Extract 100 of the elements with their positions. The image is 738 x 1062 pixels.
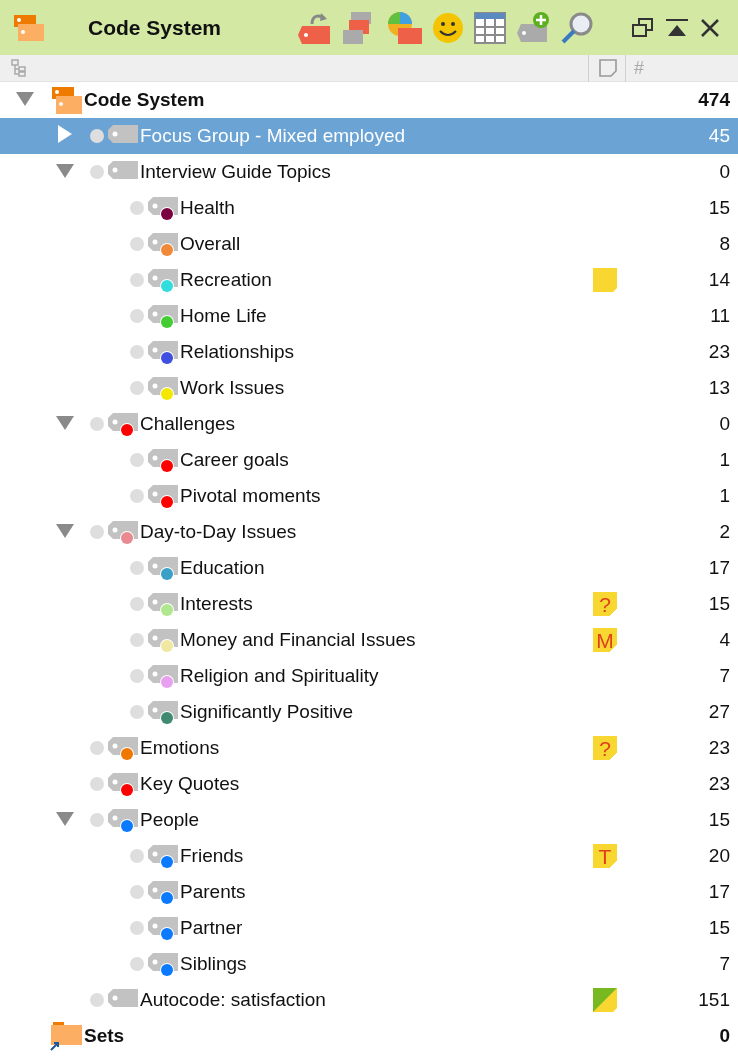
code-activation-dot[interactable] [90, 813, 104, 827]
code-activation-dot[interactable] [90, 993, 104, 1007]
code-count: 0 [718, 413, 730, 435]
code-activation-dot[interactable] [130, 201, 144, 215]
code-activation-dot[interactable] [130, 309, 144, 323]
code-activation-dot[interactable] [130, 849, 144, 863]
code-activation-dot[interactable] [130, 453, 144, 467]
code-activation-dot[interactable] [130, 345, 144, 359]
collapsed-triangle-icon[interactable] [58, 124, 72, 143]
code-activation-dot[interactable] [90, 777, 104, 791]
code-row[interactable]: Relationships 23 [0, 334, 738, 370]
code-row[interactable]: Work Issues 13 [0, 370, 738, 406]
code-count: 1 [718, 449, 730, 471]
code-activation-dot[interactable] [130, 597, 144, 611]
code-row[interactable]: Siblings 7 [0, 946, 738, 982]
code-row[interactable]: Parents 17 [0, 874, 738, 910]
code-activation-dot[interactable] [130, 237, 144, 251]
code-label: Challenges [140, 413, 236, 435]
code-activation-dot[interactable] [130, 885, 144, 899]
code-label: Day-to-Day Issues [140, 521, 297, 543]
code-count: 7 [718, 953, 730, 975]
close-icon[interactable] [700, 17, 720, 38]
search-icon[interactable] [560, 10, 594, 45]
code-row[interactable]: Health 15 [0, 190, 738, 226]
sets-row[interactable]: Sets 0 [0, 1018, 738, 1054]
tree-view-icon[interactable] [10, 59, 26, 77]
smiley-icon[interactable] [431, 10, 465, 45]
code-label: Key Quotes [140, 773, 240, 795]
memo-note-icon[interactable] [593, 988, 617, 1012]
code-count: 17 [707, 557, 730, 579]
code-activation-dot[interactable] [130, 957, 144, 971]
code-activation-dot[interactable] [130, 273, 144, 287]
code-activation-dot[interactable] [90, 525, 104, 539]
code-count: 15 [707, 197, 730, 219]
code-row[interactable]: Emotions ? 23 [0, 730, 738, 766]
code-row[interactable]: Home Life 11 [0, 298, 738, 334]
code-label: Autocode: satisfaction [140, 989, 326, 1011]
count-column-header: # [634, 57, 645, 79]
code-count: 4 [718, 629, 730, 651]
code-label: Home Life [180, 305, 267, 327]
code-count: 2 [718, 521, 730, 543]
collapse-panel-icon[interactable] [666, 17, 688, 38]
code-activation-dot[interactable] [90, 129, 104, 143]
code-row[interactable]: Pivotal moments 1 [0, 478, 738, 514]
code-row[interactable]: Key Quotes 23 [0, 766, 738, 802]
code-row[interactable]: Interview Guide Topics 0 [0, 154, 738, 190]
code-row[interactable]: Friends T 20 [0, 838, 738, 874]
window-title: Code System [88, 15, 223, 40]
code-label: Religion and Spirituality [180, 665, 379, 687]
code-label: Focus Group - Mixed employed [140, 125, 406, 147]
code-label: Health [180, 197, 235, 219]
color-wheel-tag-icon[interactable] [386, 9, 422, 46]
code-row[interactable]: Challenges 0 [0, 406, 738, 442]
expanded-triangle-icon[interactable] [56, 416, 74, 430]
expanded-triangle-icon[interactable] [16, 92, 34, 106]
code-label: Money and Financial Issues [180, 629, 416, 651]
restore-window-icon[interactable] [632, 17, 654, 38]
code-activation-dot[interactable] [90, 165, 104, 179]
code-count: 474 [697, 89, 730, 111]
code-activation-dot[interactable] [130, 705, 144, 719]
code-row[interactable]: Day-to-Day Issues 2 [0, 514, 738, 550]
expanded-triangle-icon[interactable] [56, 524, 74, 538]
code-activation-dot[interactable] [130, 489, 144, 503]
expanded-triangle-icon[interactable] [56, 812, 74, 826]
code-row[interactable]: Money and Financial Issues M 4 [0, 622, 738, 658]
memo-note-icon[interactable] [593, 268, 617, 292]
code-label: Relationships [180, 341, 295, 363]
code-row[interactable]: People 15 [0, 802, 738, 838]
sets-label: Sets [84, 1025, 125, 1047]
memo-column-icon [599, 59, 617, 77]
code-label: Career goals [180, 449, 289, 471]
code-count: 8 [718, 233, 730, 255]
code-label: Interests [180, 593, 253, 615]
code-activation-dot[interactable] [130, 561, 144, 575]
code-row[interactable]: Recreation 14 [0, 262, 738, 298]
code-row[interactable]: Overall 8 [0, 226, 738, 262]
code-row[interactable]: Education 17 [0, 550, 738, 586]
code-activation-dot[interactable] [130, 381, 144, 395]
expanded-triangle-icon[interactable] [56, 164, 74, 178]
code-label: Pivotal moments [180, 485, 321, 507]
code-activation-dot[interactable] [90, 741, 104, 755]
code-system-label: Code System [84, 89, 205, 111]
code-label: People [140, 809, 200, 831]
code-activation-dot[interactable] [130, 921, 144, 935]
code-row[interactable]: Partner 15 [0, 910, 738, 946]
code-row[interactable]: Autocode: satisfaction 151 [0, 982, 738, 1018]
code-system-row[interactable]: Code System 474 [0, 82, 738, 118]
code-row[interactable]: Significantly Positive 27 [0, 694, 738, 730]
table-icon[interactable] [474, 11, 506, 44]
code-row[interactable]: Religion and Spirituality 7 [0, 658, 738, 694]
code-label: Friends [180, 845, 244, 867]
code-row[interactable]: Interests ? 15 [0, 586, 738, 622]
code-activation-dot[interactable] [130, 669, 144, 683]
code-activation-dot[interactable] [90, 417, 104, 431]
code-count: 7 [718, 665, 730, 687]
code-activation-dot[interactable] [130, 633, 144, 647]
code-row[interactable]: Career goals 1 [0, 442, 738, 478]
code-label: Overall [180, 233, 241, 255]
code-count: 20 [707, 845, 730, 867]
code-label: Siblings [180, 953, 247, 975]
